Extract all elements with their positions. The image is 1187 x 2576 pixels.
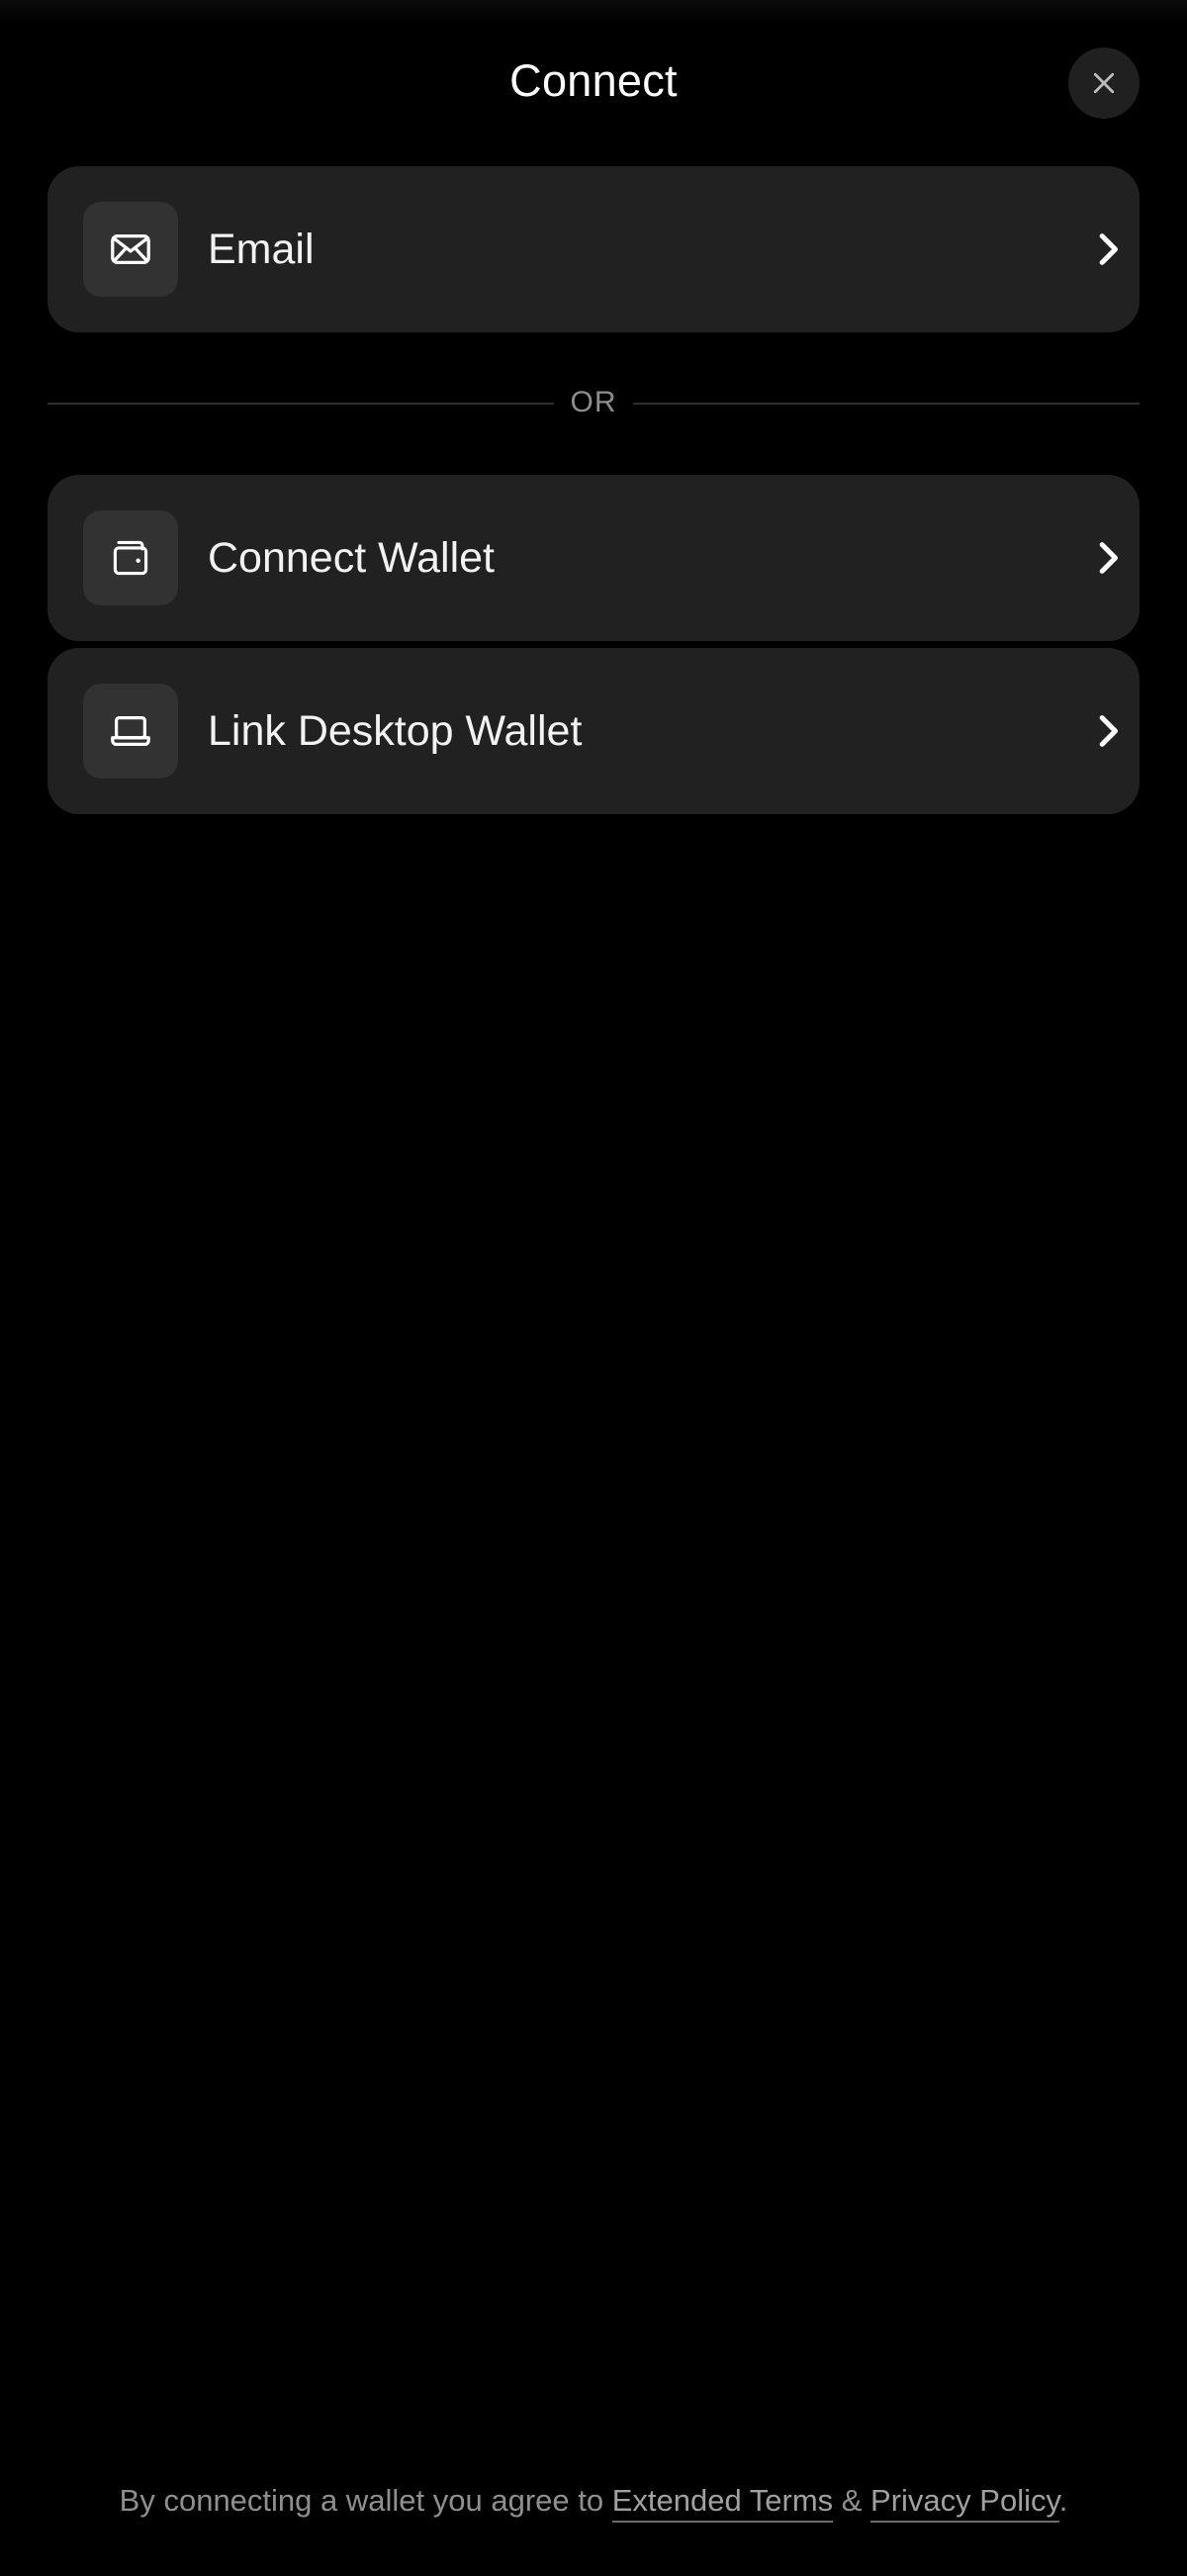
footer-suffix-text: .	[1058, 2483, 1068, 2518]
wallet-icon	[113, 540, 148, 576]
privacy-policy-link[interactable]: Privacy Policy	[870, 2483, 1059, 2523]
link-desktop-wallet-button[interactable]: Link Desktop Wallet	[47, 648, 1140, 814]
close-icon	[1093, 72, 1115, 94]
chevron-right-icon	[1099, 542, 1118, 574]
email-icon-box	[83, 202, 178, 297]
laptop-icon	[111, 715, 150, 747]
connect-wallet-button[interactable]: Connect Wallet	[47, 475, 1140, 641]
email-option-button[interactable]: Email	[47, 166, 1140, 332]
or-label: OR	[570, 386, 617, 418]
close-button[interactable]	[1068, 47, 1140, 119]
link-desktop-wallet-label: Link Desktop Wallet	[208, 707, 583, 755]
modal-header: Connect	[0, 40, 1187, 127]
laptop-icon-box	[83, 684, 178, 779]
email-option-label: Email	[208, 226, 315, 273]
divider-line-left	[47, 403, 554, 405]
footer-separator-text: &	[833, 2483, 871, 2518]
or-divider: OR	[47, 376, 1140, 429]
top-shade	[0, 0, 1187, 24]
wallet-icon-box	[83, 510, 178, 605]
connect-wallet-label: Connect Wallet	[208, 534, 495, 582]
chevron-right-icon	[1099, 715, 1118, 747]
footer-prefix-text: By connecting a wallet you agree to	[119, 2483, 612, 2518]
mail-icon	[111, 233, 150, 265]
extended-terms-link[interactable]: Extended Terms	[611, 2483, 834, 2523]
page-title: Connect	[509, 55, 678, 106]
chevron-right-icon	[1099, 233, 1118, 265]
divider-line-right	[633, 403, 1140, 405]
terms-footer: By connecting a wallet you agree to Exte…	[0, 2483, 1187, 2523]
